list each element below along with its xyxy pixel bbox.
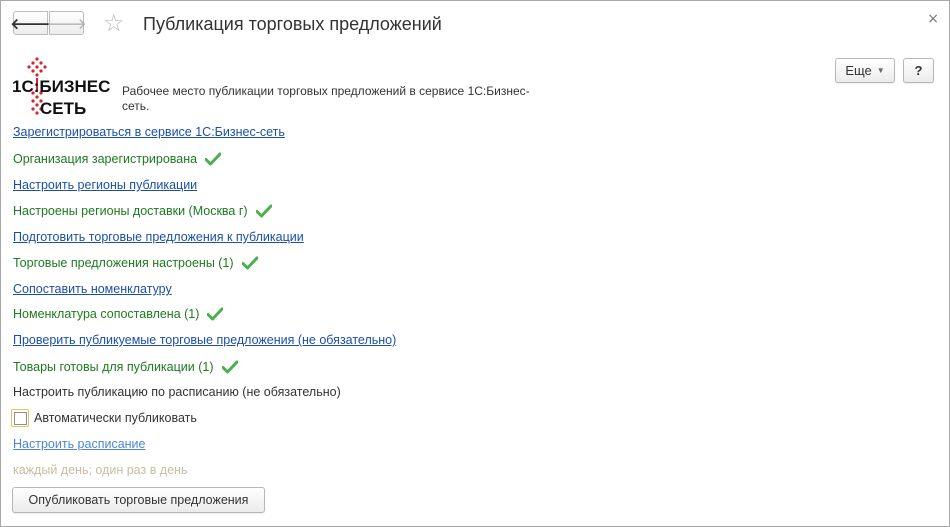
checkmark-icon xyxy=(207,307,224,321)
publish-offers-button-label: Опубликовать торговые предложения xyxy=(28,493,249,507)
publish-offers-button[interactable]: Опубликовать торговые предложения xyxy=(12,487,265,513)
checkmark-icon xyxy=(241,256,258,270)
favorite-star-icon[interactable]: ☆ xyxy=(103,9,125,37)
auto-publish-row: Автоматически публиковать xyxy=(11,408,197,428)
regions-set-status: Настроены регионы доставки (Москва г) xyxy=(13,204,248,218)
step-match-items: Сопоставить номенклатуру xyxy=(13,280,172,298)
register-link[interactable]: Зарегистрироваться в сервисе 1С:Бизнес-с… xyxy=(13,125,285,139)
auto-publish-checkbox[interactable] xyxy=(11,409,29,427)
offers-set-status: Торговые предложения настроены (1) xyxy=(13,256,234,270)
step-org-registered: Организация зарегистрирована xyxy=(13,150,222,168)
page-title: Публикация торговых предложений xyxy=(143,14,442,34)
setup-schedule-link[interactable]: Настроить расписание xyxy=(13,437,146,451)
back-button[interactable]: 🡐 xyxy=(10,11,51,35)
step-regions-set: Настроены регионы доставки (Москва г) xyxy=(13,202,272,220)
logo-text-line2: СЕТЬ xyxy=(40,99,86,117)
business-network-logo: 1С:БИЗНЕС СЕТЬ xyxy=(12,57,110,117)
header-description: Рабочее место публикации торговых предло… xyxy=(122,84,530,113)
help-button-label: ? xyxy=(914,63,923,78)
title-bar: 🡐 🡒 ☆ Публикация торговых предложений × xyxy=(1,1,949,47)
checkmark-icon xyxy=(205,152,222,166)
org-registered-status: Организация зарегистрирована xyxy=(13,152,198,166)
logo-text-line1: 1С:БИЗНЕС xyxy=(12,77,110,96)
items-matched-status: Номенклатура сопоставлена (1) xyxy=(13,307,200,321)
more-button[interactable]: Еще ▼ xyxy=(835,58,895,83)
step-prepare-offers: Подготовить торговые предложения к публи… xyxy=(13,228,304,246)
schedule-hint-row: каждый день; один раз в день xyxy=(13,461,187,479)
step-offers-set: Торговые предложения настроены (1) xyxy=(13,254,258,272)
step-check-offers: Проверить публикуемые торговые предложен… xyxy=(13,331,396,349)
checkmark-icon xyxy=(255,204,272,218)
step-setup-schedule: Настроить расписание xyxy=(13,435,146,453)
goods-ready-status: Товары готовы для публикации (1) xyxy=(13,360,214,374)
checkmark-icon xyxy=(221,360,238,374)
arrow-right-icon: 🡒 xyxy=(46,14,87,33)
prepare-offers-link[interactable]: Подготовить торговые предложения к публи… xyxy=(13,230,304,244)
close-icon[interactable]: × xyxy=(927,11,939,27)
arrow-left-icon: 🡐 xyxy=(10,14,51,33)
schedule-heading: Настроить публикацию по расписанию (не о… xyxy=(13,385,341,399)
setup-regions-link[interactable]: Настроить регионы публикации xyxy=(13,178,197,192)
step-setup-regions: Настроить регионы публикации xyxy=(13,176,197,194)
more-button-label: Еще xyxy=(845,63,872,78)
publication-window: 🡐 🡒 ☆ Публикация торговых предложений × … xyxy=(0,0,950,527)
step-items-matched: Номенклатура сопоставлена (1) xyxy=(13,305,224,323)
forward-button[interactable]: 🡒 xyxy=(46,11,87,35)
step-goods-ready: Товары готовы для публикации (1) xyxy=(13,358,238,376)
check-offers-link[interactable]: Проверить публикуемые торговые предложен… xyxy=(13,333,396,347)
match-items-link[interactable]: Сопоставить номенклатуру xyxy=(13,282,172,296)
help-button[interactable]: ? xyxy=(903,58,934,83)
step-schedule-heading: Настроить публикацию по расписанию (не о… xyxy=(13,383,341,401)
chevron-down-icon: ▼ xyxy=(876,66,885,75)
auto-publish-label[interactable]: Автоматически публиковать xyxy=(34,411,197,425)
checkbox-box xyxy=(13,411,27,425)
step-register: Зарегистрироваться в сервисе 1С:Бизнес-с… xyxy=(13,123,285,141)
schedule-hint: каждый день; один раз в день xyxy=(13,463,188,477)
